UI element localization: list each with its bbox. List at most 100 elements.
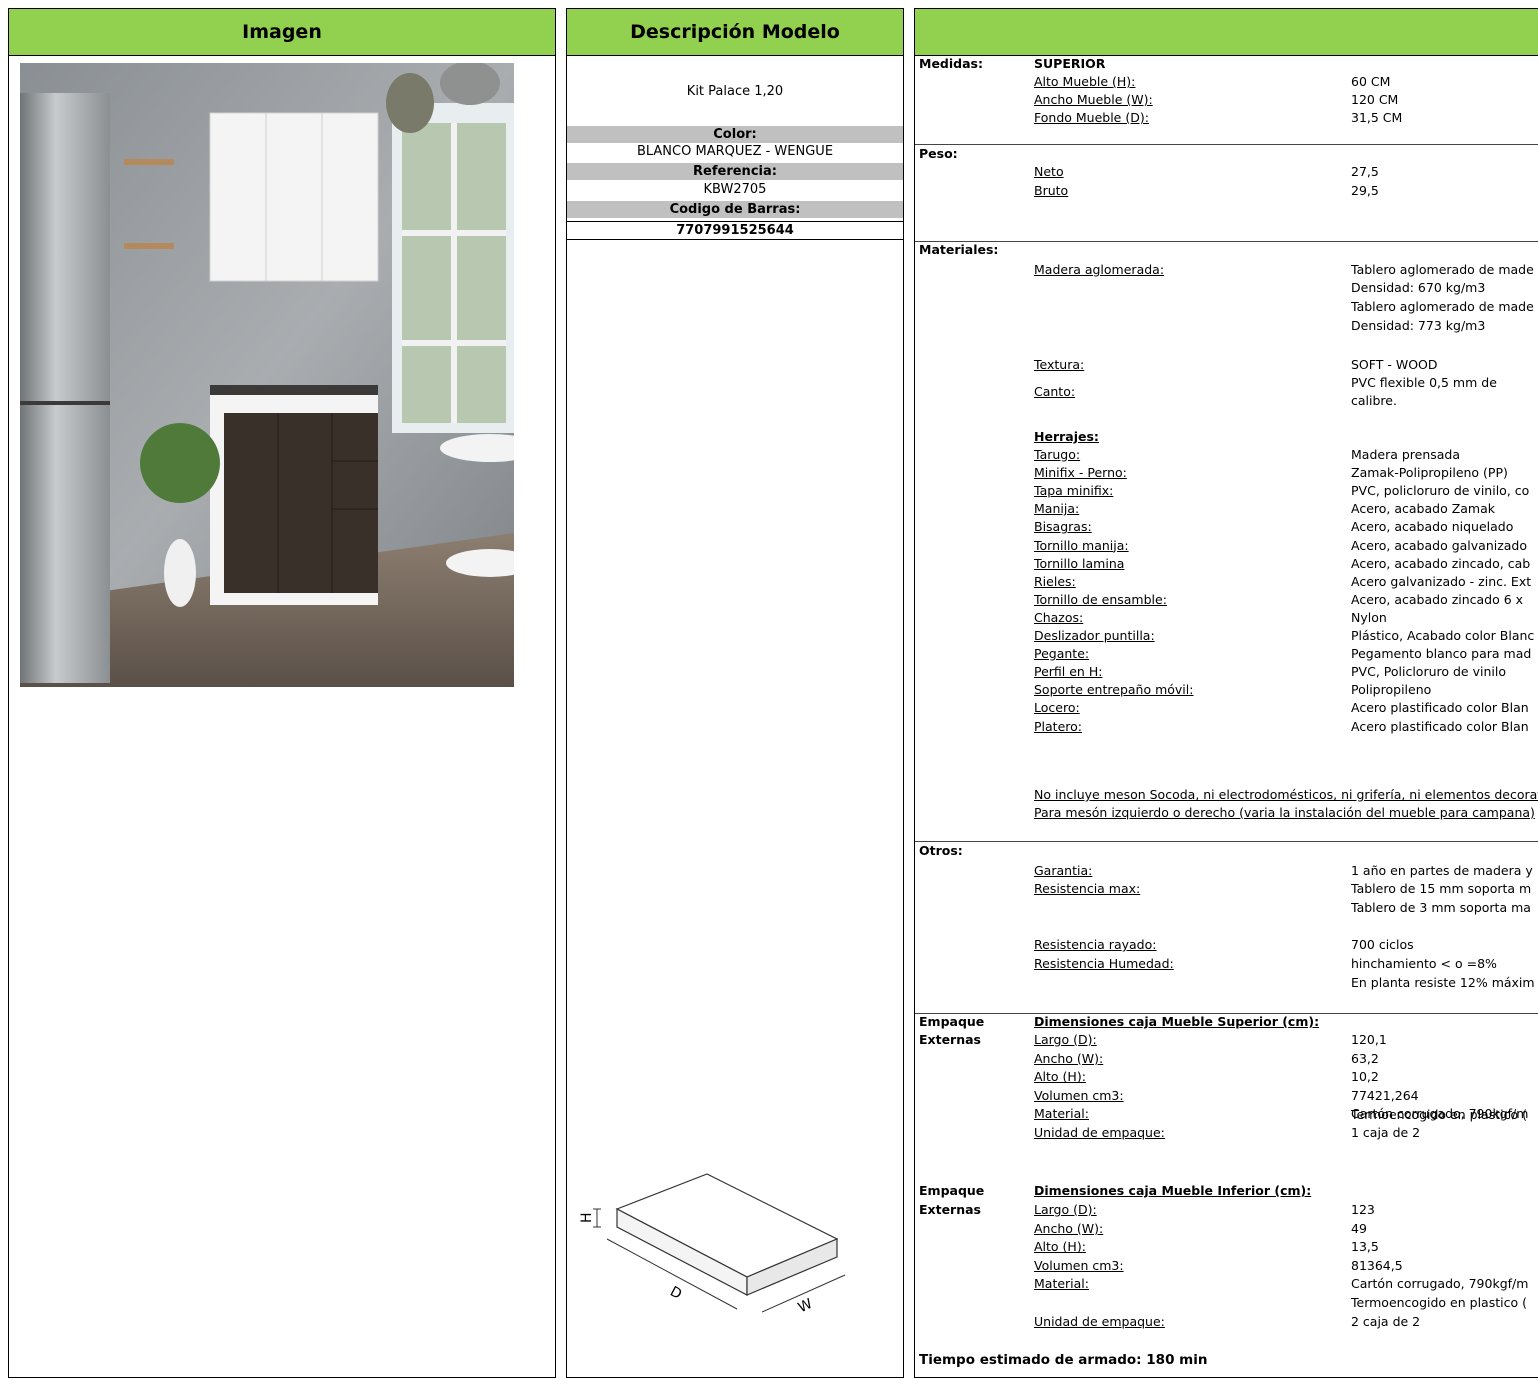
herraje-row-label: Tarugo: (1034, 447, 1081, 462)
canto-label: Canto: (1034, 384, 1076, 399)
empaque-sup-row-label: Ancho (W): (1034, 1050, 1104, 1066)
empaque-sup-row-value: 77421,264 (1351, 1087, 1419, 1103)
divider (915, 841, 1538, 842)
empaque-inf-row-value: 81364,5 (1351, 1257, 1403, 1273)
resistencia-line: Tablero de 15 mm soporta m (1351, 881, 1532, 896)
herraje-row-value: Polipropileno (1351, 682, 1432, 698)
peso-row-label: Bruto (1034, 183, 1069, 198)
herraje-row-label: Minifix - Perno: (1034, 465, 1127, 481)
d-label: D (667, 1284, 684, 1303)
herraje-row-value: Pegamento blanco para mad (1351, 646, 1532, 662)
herraje-row-value: Acero, acabado niquelado (1351, 519, 1514, 535)
medidas-row-label: Ancho Mueble (W): (1034, 92, 1153, 107)
resistencia-label: Resistencia max: (1034, 881, 1141, 896)
medidas-row-label: Alto Mueble (H): (1034, 74, 1136, 89)
madera-line: Densidad: 670 kg/m3 (1351, 280, 1486, 295)
empaque-sup-row-value: 63,2 (1351, 1050, 1379, 1066)
medidas-row-value: 60 CM (1351, 74, 1391, 89)
empaque-sup-title: Dimensiones caja Mueble Superior (cm): (1034, 1014, 1320, 1029)
empaque-inf-row-label: Alto (H): (1034, 1239, 1086, 1255)
medidas-row-label: Fondo Mueble (D): (1034, 110, 1149, 125)
empaque-sup-label: Empaque (919, 1014, 985, 1029)
empaque-inf-unidad-value: 2 caja de 2 (1351, 1314, 1421, 1329)
herraje-row-value: Acero galvanizado - zinc. Ext (1351, 573, 1532, 589)
canto-line: calibre. (1351, 393, 1397, 408)
tiempo-armado: Tiempo estimado de armado: 180 min (919, 1352, 1208, 1368)
empaque-sup-row-label: Material: (1034, 1106, 1089, 1122)
herraje-row-value: Acero, acabado zincado, cab (1351, 555, 1531, 571)
madera-line: Tablero aglomerado de made (1351, 262, 1534, 277)
peso-row-value: 27,5 (1351, 164, 1379, 179)
herraje-row-label: Platero: (1034, 718, 1082, 734)
empaque-inf-row-value: Cartón corrugado, 790kgf/m (1351, 1276, 1529, 1292)
empaque-sup-row-value: 10,2 (1351, 1069, 1379, 1085)
garantia-label: Garantia: (1034, 863, 1093, 878)
madera-line: Tablero aglomerado de made (1351, 299, 1534, 314)
rayado-label: Resistencia rayado: (1034, 937, 1157, 952)
herraje-row-label: Chazos: (1034, 609, 1084, 625)
herraje-row-label: Tapa minifix: (1034, 483, 1114, 499)
empaque-inf-material-extra: Termoencogido en plastico ( (1351, 1295, 1527, 1310)
color-value: BLANCO MARQUEZ - WENGUE (636, 144, 834, 159)
materiales-label: Materiales: (919, 242, 999, 257)
peso-row-label: Neto (1034, 164, 1064, 179)
reference-value: KBW2705 (703, 182, 767, 197)
canto-line: PVC flexible 0,5 mm de (1351, 375, 1497, 390)
empaque-sup-row-label: Largo (D): (1034, 1032, 1097, 1047)
empaque-inf-unidad-label: Unidad de empaque: (1034, 1314, 1165, 1329)
medidas-row-value: 31,5 CM (1351, 110, 1403, 125)
herraje-row-value: Zamak-Polipropileno (PP) (1351, 465, 1508, 481)
note-meson: Para mesón izquierdo o derecho (varia la… (1034, 805, 1535, 820)
empaque-inf-row-value: 13,5 (1351, 1239, 1379, 1255)
herrajes-title: Herrajes: (1034, 429, 1099, 444)
herraje-row-label: Tornillo de ensamble: (1034, 591, 1167, 607)
resistencia-line: Tablero de 3 mm soporta ma (1351, 900, 1531, 915)
empaque-inf-label2: Externas (919, 1202, 981, 1217)
medidas-subtitle: SUPERIOR (1034, 56, 1106, 71)
empaque-sup-unidad-label: Unidad de empaque: (1034, 1125, 1165, 1140)
h-label: H (579, 1212, 595, 1223)
herraje-row-value: PVC, Policloruro de vinilo (1351, 664, 1506, 680)
color-label: Color: (567, 126, 903, 143)
herraje-row-value: Acero, acabado zincado 6 x (1351, 591, 1524, 607)
madera-label: Madera aglomerada: (1034, 262, 1165, 277)
model-name: Kit Palace 1,20 (686, 84, 784, 99)
herraje-row-value: Acero plastificado color Blan (1351, 700, 1529, 716)
peso-row-value: 29,5 (1351, 183, 1379, 198)
image-header: Imagen (9, 9, 555, 56)
empaque-inf-row-label: Ancho (W): (1034, 1220, 1104, 1236)
herraje-row-label: Soporte entrepaño móvil: (1034, 682, 1194, 698)
empaque-inf-row-value: 49 (1351, 1220, 1367, 1236)
empaque-inf-title: Dimensiones caja Mueble Inferior (cm): (1034, 1183, 1312, 1198)
empaque-inf-row-label: Material: (1034, 1276, 1089, 1292)
textura-label: Textura: (1034, 357, 1085, 372)
otros-label: Otros: (919, 843, 963, 858)
divider (915, 144, 1538, 145)
herraje-row-label: Bisagras: (1034, 519, 1092, 535)
empaque-sup-material-extra: Termoencogido en plastico ( (1351, 1107, 1527, 1122)
empaque-sup-row-label: Alto (H): (1034, 1069, 1086, 1085)
empaque-inf-label: Empaque (919, 1183, 985, 1198)
herraje-row-label: Deslizador puntilla: (1034, 628, 1155, 643)
herraje-row-value: Acero plastificado color Blan (1351, 718, 1529, 734)
empaque-sup-unidad-value: 1 caja de 2 (1351, 1125, 1421, 1140)
reference-label: Referencia: (567, 163, 903, 180)
rayado-value: 700 ciclos (1351, 937, 1414, 952)
description-header: Descripción Modelo (567, 9, 903, 56)
garantia-value: 1 año en partes de madera y (1351, 863, 1533, 878)
herraje-row-label: Perfil en H: (1034, 664, 1103, 680)
herraje-row-label: Tornillo lamina (1034, 555, 1125, 571)
herraje-row-value: Madera prensada (1351, 447, 1461, 462)
empaque-inf-row-label: Volumen cm3: (1034, 1257, 1124, 1273)
herraje-row-label: Rieles: (1034, 573, 1076, 589)
product-photo (20, 63, 514, 687)
medidas-row-value: 120 CM (1351, 92, 1399, 107)
herraje-row-value: PVC, policloruro de vinilo, co (1351, 483, 1530, 499)
medidas-label: Medidas: (919, 56, 983, 71)
barcode-value: 7707991525644 (567, 221, 903, 240)
humedad-line: En planta resiste 12% máxim (1351, 975, 1535, 990)
barcode-label: Codigo de Barras: (567, 201, 903, 218)
divider (915, 241, 1538, 242)
herraje-row-value: Acero, acabado Zamak (1351, 501, 1495, 517)
peso-label: Peso: (919, 146, 958, 161)
